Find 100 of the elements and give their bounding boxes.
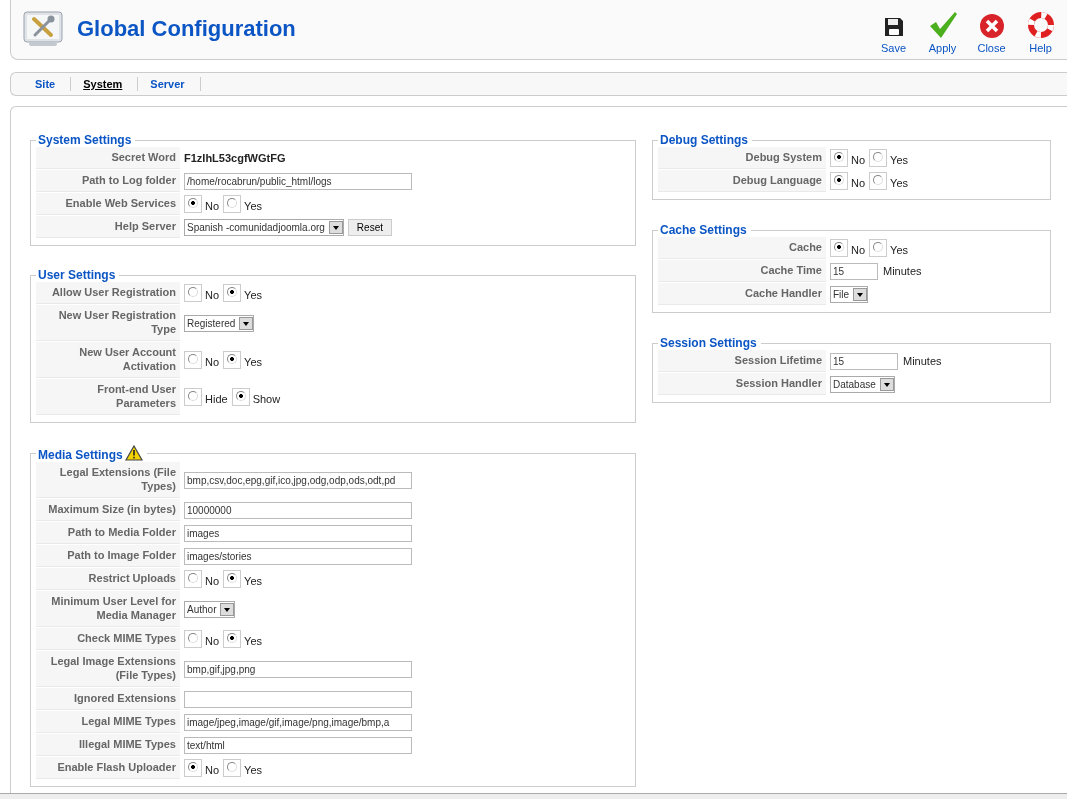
text-field[interactable]: bmp,csv,doc,epg,gif,ico,jpg,odg,odp,ods,odt,pd: [184, 471, 412, 489]
radio-button[interactable]: [188, 198, 198, 208]
field-label: Front-end User Parameters: [36, 379, 180, 415]
radio-button[interactable]: [227, 287, 238, 297]
radio-label: No: [851, 244, 866, 256]
radio-button[interactable]: [227, 354, 238, 364]
radio-label: Yes: [890, 177, 908, 189]
group-title: User Settings: [38, 268, 116, 282]
caret-icon: [328, 220, 343, 234]
radio-label: No: [851, 154, 866, 166]
text-field[interactable]: /home/rocabrun/public_html/logs: [184, 172, 412, 190]
dropdown[interactable]: File: [830, 285, 869, 303]
radio-button[interactable]: [188, 573, 198, 583]
text-field[interactable]: 15: [830, 352, 898, 370]
tab[interactable]: Server: [138, 77, 201, 91]
field-label: Help Server: [36, 216, 180, 238]
tab[interactable]: Site: [23, 77, 72, 91]
text-field[interactable]: 10000000: [184, 501, 412, 519]
radio-label: Yes: [244, 575, 262, 587]
field-label: Ignored Extensions: [36, 688, 180, 710]
secret-word-value: F1zIhL53cgfWGtFG: [184, 152, 286, 164]
group-title: Debug Settings: [660, 133, 748, 147]
save-button[interactable]: Save: [869, 6, 918, 54]
help-button[interactable]: Help: [1016, 6, 1065, 54]
field-label: Cache Time: [658, 260, 826, 282]
caret-icon: [879, 377, 894, 391]
radio-label: Yes: [244, 635, 262, 647]
radio-button[interactable]: [227, 633, 238, 643]
group-title: Cache Settings: [660, 223, 747, 237]
radio-label: Yes: [244, 289, 262, 301]
field-label: Legal Extensions (File Types): [36, 462, 180, 498]
dropdown[interactable]: Spanish -comunidadjoomla.org: [184, 218, 344, 236]
group-title: Session Settings: [660, 336, 757, 350]
field-label: Path to Media Folder: [36, 522, 180, 544]
lifebuoy-icon: [1026, 11, 1055, 39]
radio-label: No: [205, 635, 220, 647]
field-label: Maximum Size (in bytes): [36, 499, 180, 521]
radio-label: Yes: [244, 356, 262, 368]
radio-label: No: [205, 289, 220, 301]
radio-button[interactable]: [873, 175, 884, 185]
close-button[interactable]: Close: [967, 6, 1016, 54]
reset-button[interactable]: Reset: [347, 218, 392, 236]
radio-button[interactable]: [834, 152, 844, 162]
text-field[interactable]: image/jpeg,image/gif,image/png,image/bmp,a: [184, 713, 412, 731]
field-label: Session Lifetime: [658, 350, 826, 372]
field-label: Minimum User Level for Media Manager: [36, 591, 180, 627]
text-field[interactable]: bmp,gif,jpg,png: [184, 660, 412, 678]
radio-button[interactable]: [227, 762, 238, 772]
field-label: Session Handler: [658, 373, 826, 395]
radio-button[interactable]: [188, 391, 198, 401]
radio-button[interactable]: [873, 242, 884, 252]
text-field[interactable]: text/html: [184, 736, 412, 754]
field-label: New User Registration Type: [36, 305, 180, 341]
unit-label: Minutes: [883, 265, 922, 277]
radio-label: Yes: [244, 200, 262, 212]
radio-label: No: [851, 177, 866, 189]
radio-button[interactable]: [188, 354, 198, 364]
page-title: Global Configuration: [77, 15, 297, 42]
radio-button[interactable]: [188, 762, 198, 772]
unit-label: Minutes: [903, 355, 942, 367]
text-field[interactable]: 15: [830, 262, 878, 280]
tab[interactable]: System: [71, 77, 139, 91]
text-field[interactable]: images/stories: [184, 547, 412, 565]
text-field[interactable]: [184, 690, 412, 708]
radio-label: Yes: [244, 764, 262, 776]
radio-button[interactable]: [227, 198, 238, 208]
field-label: Legal Image Extensions (File Types): [36, 651, 180, 687]
field-label: Restrict Uploads: [36, 568, 180, 590]
field-label: Enable Web Services: [36, 193, 180, 215]
field-label: New User Account Activation: [36, 342, 180, 378]
tools-icon: [23, 11, 63, 47]
field-label: Path to Image Folder: [36, 545, 180, 567]
field-label: Legal MIME Types: [36, 711, 180, 733]
field-label: Secret Word: [36, 147, 180, 169]
caret-icon: [220, 602, 235, 616]
radio-button[interactable]: [834, 175, 844, 185]
field-label: Debug System: [658, 147, 826, 169]
field-label: Cache Handler: [658, 283, 826, 305]
radio-label: Yes: [890, 244, 908, 256]
group-title: Media Settings: [38, 448, 123, 462]
field-label: Check MIME Types: [36, 628, 180, 650]
radio-label: No: [205, 575, 220, 587]
group-title: System Settings: [38, 133, 132, 147]
radio-button[interactable]: [834, 242, 844, 252]
dropdown[interactable]: Database: [830, 375, 895, 393]
text-field[interactable]: images: [184, 524, 412, 542]
field-label: Enable Flash Uploader: [36, 757, 180, 779]
radio-label: Yes: [890, 154, 908, 166]
radio-button[interactable]: [227, 573, 238, 583]
radio-button[interactable]: [235, 391, 246, 401]
radio-label: No: [205, 356, 220, 368]
radio-label: Hide: [205, 393, 228, 405]
dropdown[interactable]: Author: [184, 600, 236, 618]
radio-button[interactable]: [188, 287, 198, 297]
caret-icon: [853, 287, 868, 301]
apply-button[interactable]: Apply: [918, 6, 967, 54]
dropdown[interactable]: Registered: [184, 314, 255, 332]
radio-button[interactable]: [873, 152, 884, 162]
field-label: Debug Language: [658, 170, 826, 192]
radio-button[interactable]: [188, 633, 198, 643]
